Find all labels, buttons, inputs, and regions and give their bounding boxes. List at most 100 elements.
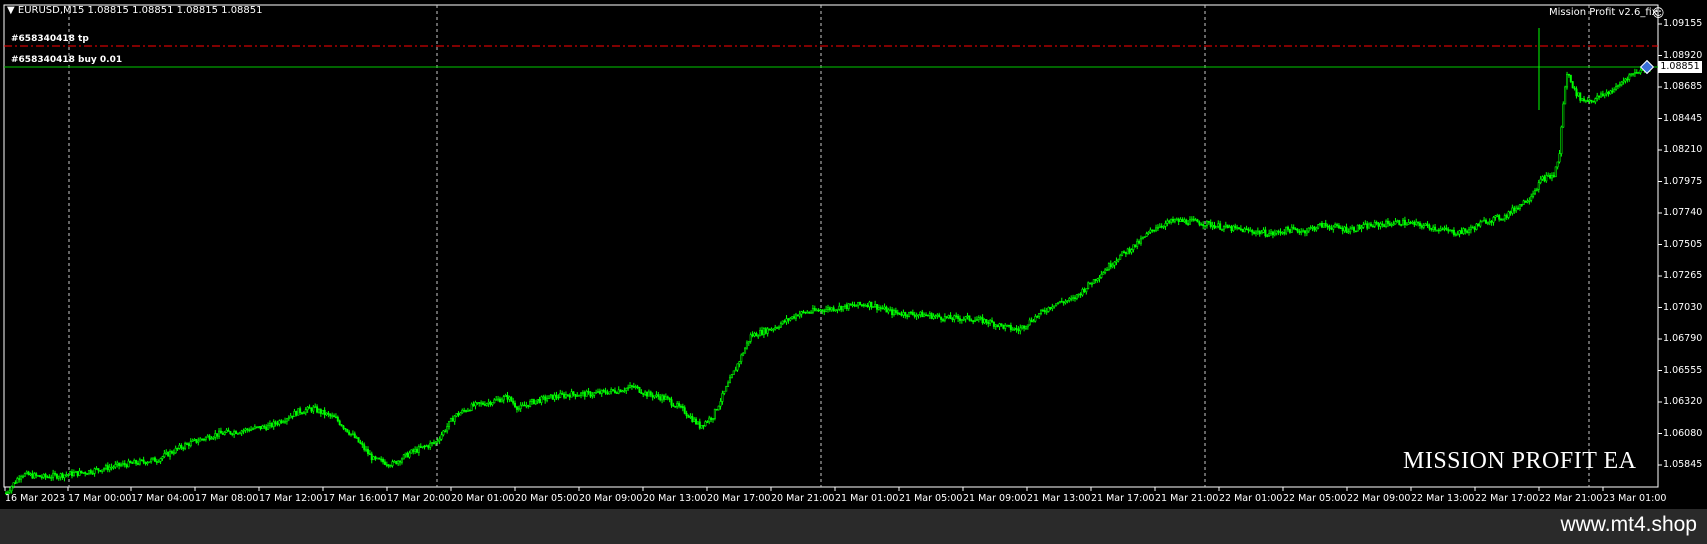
candle-body bbox=[576, 395, 579, 397]
candle-body bbox=[1520, 204, 1523, 206]
candle-body bbox=[1007, 324, 1010, 327]
candle-body bbox=[1034, 316, 1037, 322]
candle-body bbox=[1434, 226, 1437, 231]
candle-body bbox=[99, 469, 102, 472]
candle-body bbox=[304, 409, 307, 414]
candle-body bbox=[996, 324, 999, 328]
x-tick-label: 20 Mar 05:00 bbox=[515, 493, 579, 504]
candle-body bbox=[970, 319, 973, 322]
x-tick-label: 21 Mar 21:00 bbox=[1155, 493, 1219, 504]
candle-body bbox=[1466, 230, 1469, 233]
candle-body bbox=[529, 401, 532, 407]
candle-body bbox=[351, 433, 354, 436]
candle-body bbox=[1168, 220, 1171, 223]
candle-body bbox=[417, 446, 420, 453]
candle-body bbox=[1639, 69, 1642, 74]
candle-body bbox=[1560, 126, 1563, 154]
candle-body bbox=[310, 408, 313, 412]
candle-body bbox=[314, 406, 317, 409]
candle-body bbox=[495, 399, 498, 401]
candle-body bbox=[793, 316, 796, 319]
x-tick-label: 17 Mar 12:00 bbox=[259, 493, 323, 504]
candle-body bbox=[776, 327, 779, 329]
candle-body bbox=[559, 393, 562, 398]
candle-body bbox=[1256, 230, 1259, 233]
candle-body bbox=[644, 391, 647, 395]
footer-site-link[interactable]: www.mt4.shop bbox=[1560, 513, 1697, 537]
candle-body bbox=[1368, 223, 1371, 229]
candle-body bbox=[152, 457, 155, 460]
candle-body bbox=[357, 437, 360, 443]
chart-menu-icon[interactable]: ▼ bbox=[7, 5, 15, 16]
candle-body bbox=[668, 397, 671, 400]
candle-body bbox=[629, 385, 632, 388]
candle-body bbox=[1068, 298, 1071, 301]
candle-body bbox=[144, 461, 147, 465]
price-chart[interactable] bbox=[0, 0, 1707, 509]
candle-body bbox=[1000, 323, 1003, 326]
candle-body bbox=[1258, 230, 1261, 235]
candle-body bbox=[1549, 174, 1552, 179]
candle-body bbox=[1292, 226, 1295, 230]
candle-body bbox=[885, 306, 888, 313]
candle-body bbox=[834, 309, 837, 312]
footer-bar: www.mt4.shop bbox=[0, 509, 1707, 544]
candle-body bbox=[825, 309, 828, 312]
candle-body bbox=[1341, 227, 1344, 232]
candle-body bbox=[745, 342, 748, 349]
candle-body bbox=[453, 415, 456, 422]
candle-body bbox=[412, 449, 415, 452]
candle-body bbox=[1204, 225, 1207, 227]
candle-body bbox=[1332, 226, 1335, 230]
candle-body bbox=[419, 446, 422, 448]
y-tick-label: 1.06790 bbox=[1663, 333, 1703, 344]
candle-body bbox=[1618, 84, 1621, 86]
candle-body bbox=[1594, 98, 1597, 103]
candle-body bbox=[534, 400, 537, 405]
candle-body bbox=[206, 435, 209, 438]
candle-body bbox=[934, 315, 937, 318]
candle-body bbox=[1626, 78, 1629, 81]
candle-body bbox=[440, 434, 443, 440]
candle-body bbox=[483, 404, 486, 406]
candle-body bbox=[800, 311, 803, 315]
candle-body bbox=[359, 441, 362, 444]
candle-body bbox=[502, 396, 505, 401]
candle-body bbox=[344, 428, 347, 430]
candle-body bbox=[806, 311, 809, 314]
candle-body bbox=[1513, 207, 1516, 212]
candle-body bbox=[1581, 98, 1584, 101]
candle-body bbox=[1058, 300, 1061, 304]
chart-window[interactable]: ▼ EURUSD,M15 1.08815 1.08851 1.08815 1.0… bbox=[0, 0, 1707, 509]
candle-body bbox=[378, 457, 381, 460]
candle-body bbox=[65, 474, 68, 476]
candle-body bbox=[493, 399, 496, 404]
candle-body bbox=[975, 319, 978, 321]
candle-body bbox=[110, 466, 113, 469]
candle-body bbox=[892, 310, 895, 316]
candle-body bbox=[1045, 311, 1048, 313]
candle-body bbox=[118, 462, 121, 467]
x-tick-label: 17 Mar 16:00 bbox=[323, 493, 387, 504]
candle-body bbox=[1043, 310, 1046, 312]
candle-body bbox=[721, 393, 724, 402]
candle-body bbox=[1121, 251, 1124, 256]
candle-body bbox=[1270, 231, 1273, 234]
candle-body bbox=[432, 442, 435, 444]
candle-body bbox=[651, 394, 654, 398]
candle-body bbox=[340, 424, 343, 427]
candle-body bbox=[1573, 87, 1576, 90]
candle-body bbox=[421, 445, 424, 448]
candle-body bbox=[1300, 231, 1303, 233]
candle-body bbox=[774, 327, 777, 330]
candle-body bbox=[662, 395, 665, 400]
candle-body bbox=[596, 391, 599, 393]
candle-body bbox=[425, 445, 428, 447]
candle-body bbox=[1130, 249, 1133, 253]
ea-name: Mission Profit v2.6_fix bbox=[1549, 7, 1658, 18]
candle-body bbox=[1219, 223, 1222, 230]
candle-body bbox=[299, 408, 302, 414]
candle-body bbox=[1635, 72, 1638, 74]
candle-body bbox=[615, 392, 618, 394]
candle-body bbox=[406, 452, 409, 458]
